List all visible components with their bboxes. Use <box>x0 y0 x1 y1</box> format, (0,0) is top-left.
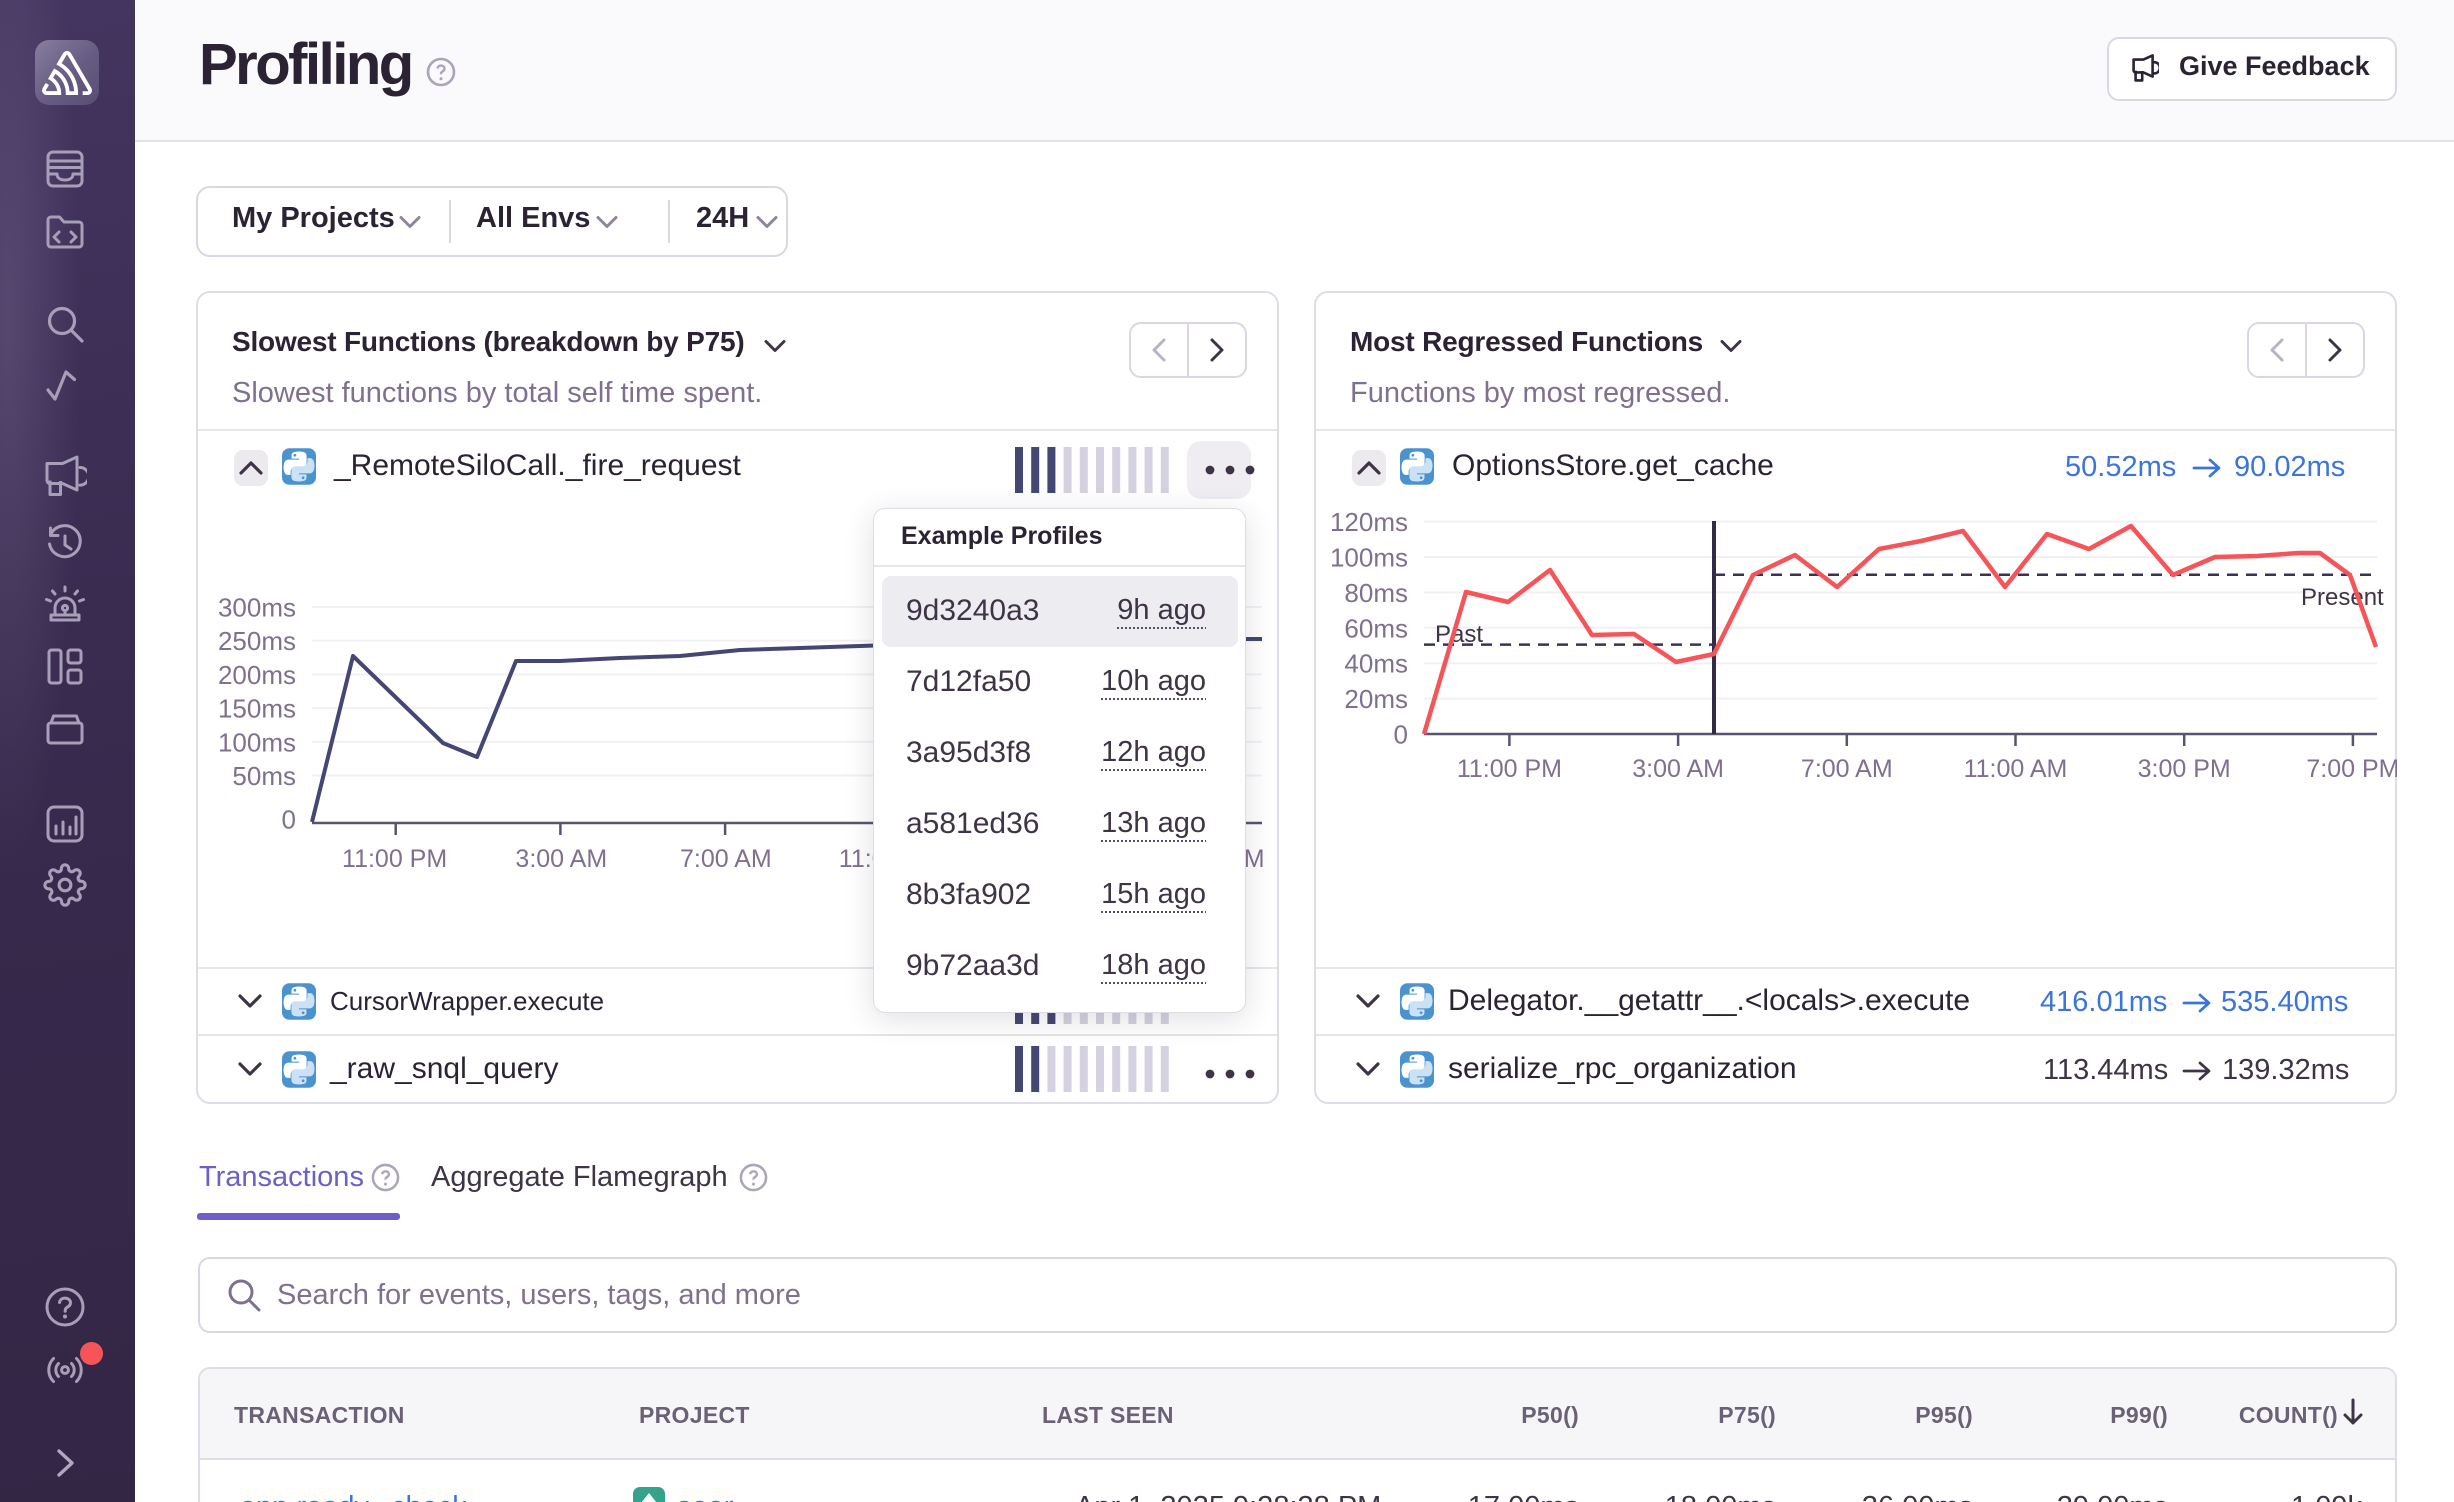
svg-text:60ms: 60ms <box>1344 613 1408 643</box>
svg-text:20ms: 20ms <box>1344 684 1408 714</box>
svg-text:7:00 AM: 7:00 AM <box>1801 755 1893 783</box>
svg-text:150ms: 150ms <box>218 694 296 724</box>
svg-text:0: 0 <box>282 805 296 835</box>
svg-text:3:00 AM: 3:00 AM <box>515 845 607 873</box>
svg-text:Past: Past <box>1435 621 1483 648</box>
svg-text:300ms: 300ms <box>218 593 296 623</box>
svg-text:11:00 PM: 11:00 PM <box>1457 755 1562 783</box>
svg-text:7:00 PM: 7:00 PM <box>2306 755 2397 783</box>
svg-text:40ms: 40ms <box>1344 649 1408 679</box>
svg-text:7:00 AM: 7:00 AM <box>680 845 772 873</box>
svg-text:Present: Present <box>2301 584 2384 611</box>
svg-text:100ms: 100ms <box>218 727 296 757</box>
svg-text:120ms: 120ms <box>1330 507 1408 537</box>
svg-text:11:00 PM: 11:00 PM <box>342 845 447 873</box>
svg-text:250ms: 250ms <box>218 626 296 656</box>
svg-text:3:00 PM: 3:00 PM <box>2138 755 2231 783</box>
svg-text:50ms: 50ms <box>232 761 296 791</box>
svg-text:200ms: 200ms <box>218 660 296 690</box>
svg-text:100ms: 100ms <box>1330 543 1408 573</box>
svg-text:0: 0 <box>1394 720 1408 750</box>
svg-text:11:00 AM: 11:00 AM <box>1964 755 2068 783</box>
svg-text:3:00 AM: 3:00 AM <box>1632 755 1724 783</box>
svg-text:80ms: 80ms <box>1344 578 1408 608</box>
